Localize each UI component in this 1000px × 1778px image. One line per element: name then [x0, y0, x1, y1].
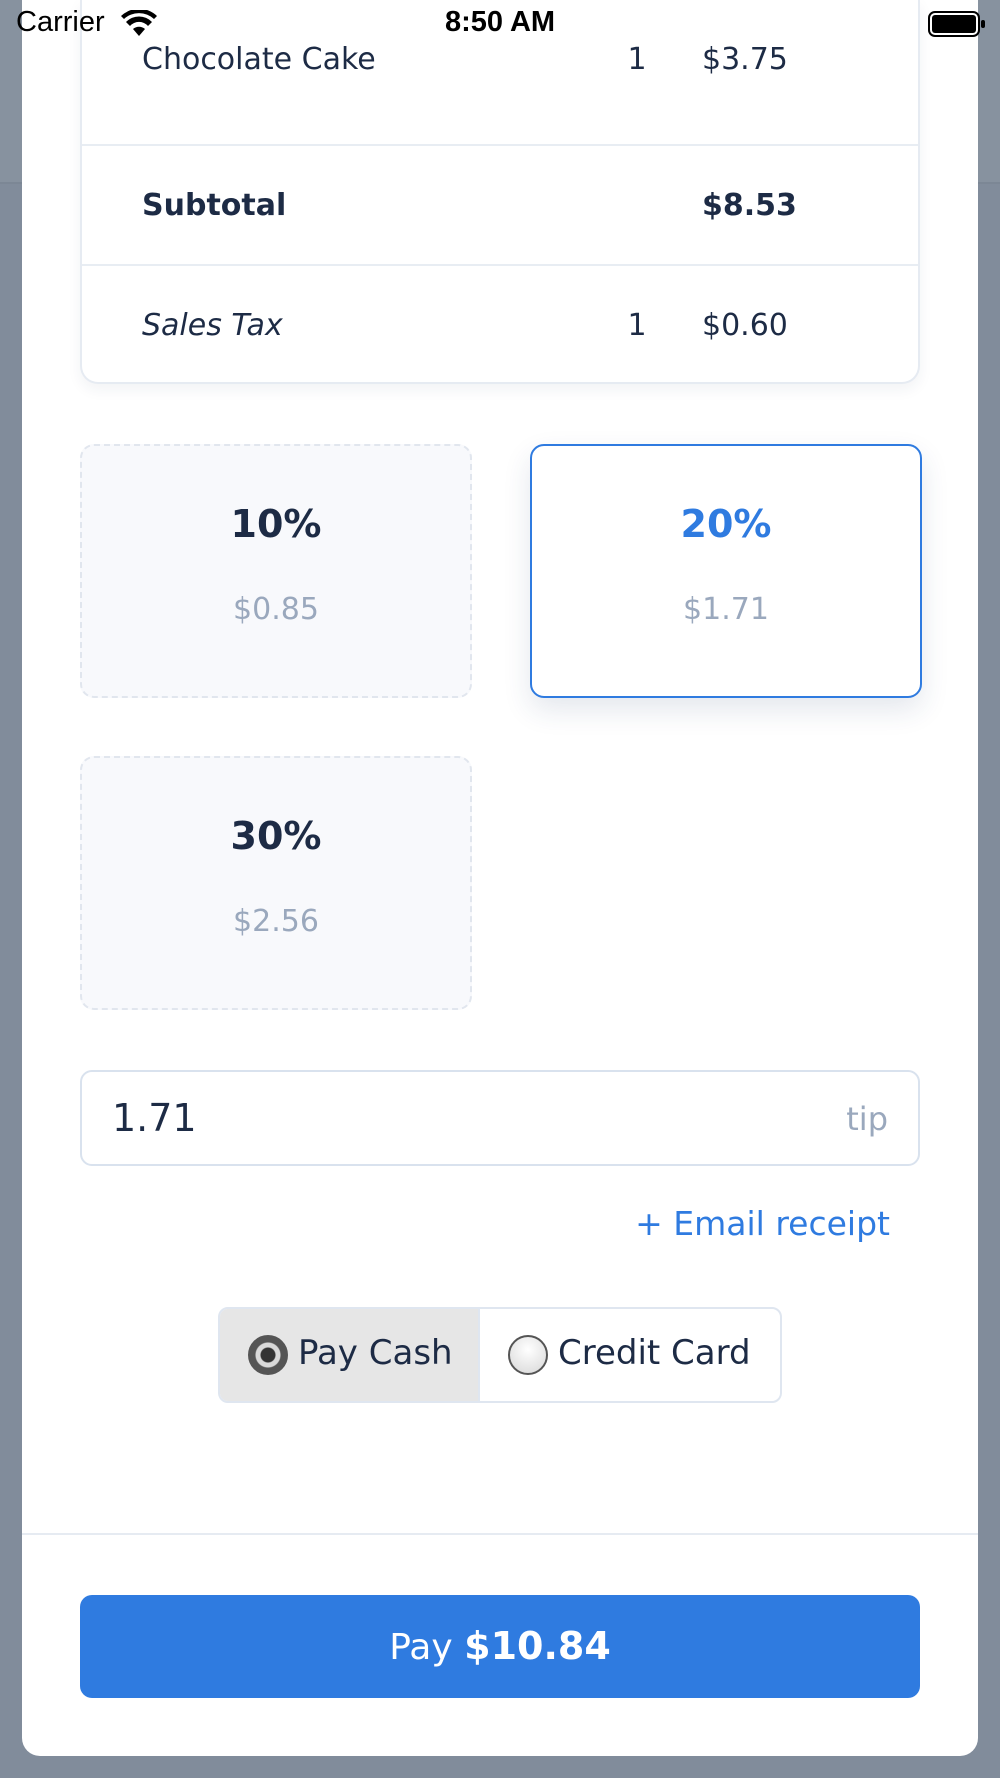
tip-amount: $1.71	[683, 592, 769, 627]
radio-selected-icon	[248, 1335, 288, 1375]
pay-button[interactable]: Pay $10.84	[80, 1595, 920, 1698]
subtotal-value: $8.53	[702, 188, 797, 223]
subtotal-label: Subtotal	[142, 188, 287, 223]
pay-cash-label: Pay Cash	[298, 1333, 453, 1373]
pay-button-label: Pay	[389, 1627, 453, 1668]
tip-amount: $0.85	[233, 592, 319, 627]
tip-input-value: 1.71	[112, 1096, 197, 1140]
tip-amount: $2.56	[233, 904, 319, 939]
credit-card-label: Credit Card	[558, 1333, 751, 1373]
battery-icon	[928, 10, 986, 42]
footer-divider	[22, 1533, 978, 1535]
tip-input[interactable]: 1.71 tip	[80, 1070, 920, 1166]
receipt-table: Chocolate Cake 1 $3.75 Subtotal $8.53 Sa…	[80, 0, 920, 384]
tip-option-20[interactable]: 20% $1.71	[530, 444, 922, 698]
tip-percent: 20%	[680, 502, 772, 546]
tip-percent: 30%	[230, 814, 322, 858]
payment-method-selector: Pay Cash Credit Card	[218, 1307, 782, 1403]
status-bar: Carrier 8:50 AM	[0, 0, 1000, 50]
radio-unselected-icon	[508, 1335, 548, 1375]
sales-tax-label: Sales Tax	[142, 308, 283, 343]
tip-percent: 10%	[230, 502, 322, 546]
pay-button-amount: $10.84	[464, 1624, 611, 1668]
tip-option-10[interactable]: 10% $0.85	[80, 444, 472, 698]
subtotal-row: Subtotal $8.53	[82, 144, 918, 264]
tip-option-30[interactable]: 30% $2.56	[80, 756, 472, 1010]
email-receipt-link[interactable]: + Email receipt	[635, 1204, 890, 1243]
credit-card-option[interactable]: Credit Card	[482, 1309, 780, 1401]
tip-input-suffix: tip	[846, 1100, 888, 1138]
status-time: 8:50 AM	[444, 6, 556, 38]
sales-tax-row: Sales Tax 1 $0.60	[82, 264, 918, 384]
pay-cash-option[interactable]: Pay Cash	[220, 1309, 480, 1401]
sales-tax-value: $0.60	[702, 308, 788, 343]
